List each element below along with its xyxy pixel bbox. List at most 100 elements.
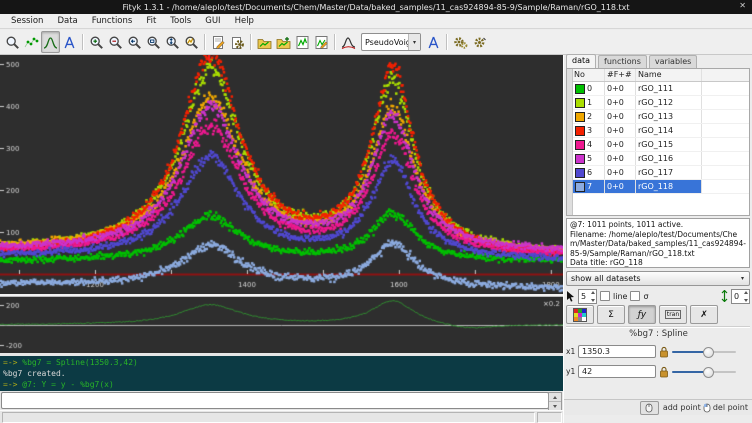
- dataset-color-swatch[interactable]: [575, 140, 585, 150]
- mouse-hint-bar: add point del point: [564, 399, 752, 415]
- sigma-checkbox[interactable]: [630, 291, 640, 301]
- toolbar-separator: [82, 34, 84, 50]
- define-function-button[interactable]: [424, 31, 443, 53]
- add-peak-mode-button[interactable]: [41, 31, 60, 53]
- dataset-color-swatch[interactable]: [575, 154, 585, 164]
- y1-slider-handle[interactable]: [703, 367, 714, 378]
- dataset-color-swatch[interactable]: [575, 168, 585, 178]
- function-type-dropdown[interactable]: PseudoVoigtA ▾: [361, 33, 421, 51]
- x1-input[interactable]: 1350.3: [578, 345, 656, 358]
- menu-data[interactable]: Data: [50, 15, 84, 27]
- fit-undo-button[interactable]: [470, 31, 489, 53]
- fit-run-button[interactable]: [451, 31, 470, 53]
- mouse-mode-button[interactable]: [640, 401, 659, 415]
- menu-gui[interactable]: GUI: [198, 15, 227, 27]
- add-point-hint: add point: [663, 403, 701, 412]
- load-data-button[interactable]: [255, 31, 274, 53]
- dataset-color-swatch[interactable]: [575, 126, 585, 136]
- plot-column: =-> %bg7 = Spline(1350.3,42)%bg7 created…: [0, 55, 563, 423]
- shift-spinner[interactable]: 0: [731, 289, 750, 304]
- tab-variables[interactable]: variables: [649, 55, 697, 68]
- fityk-window: Fityk 1.3.1 - /home/aleplo/test/Document…: [0, 0, 752, 423]
- dataset-color-swatch[interactable]: [575, 112, 585, 122]
- dataset-color-swatch[interactable]: [575, 98, 585, 108]
- spinner-up-icon[interactable]: [549, 393, 561, 402]
- dataset-row-rGO_113[interactable]: 20+0rGO_113: [572, 110, 749, 124]
- data-table-button[interactable]: [293, 31, 312, 53]
- y1-row: y1 42: [566, 363, 752, 380]
- delete-button[interactable]: ✗: [690, 305, 718, 324]
- dataset-row-rGO_118[interactable]: 70+0rGO_118: [572, 180, 749, 194]
- table-scrollbar[interactable]: [567, 69, 573, 215]
- dropdown-arrow-icon: ▾: [736, 275, 749, 282]
- zoom-mode-button[interactable]: [3, 31, 22, 53]
- tab-data[interactable]: data: [566, 54, 596, 68]
- menu-bar: SessionDataFunctionsFitToolsGUIHelp: [0, 14, 752, 29]
- dataset-row-rGO_117[interactable]: 60+0rGO_117: [572, 166, 749, 180]
- x1-label: x1: [566, 347, 575, 356]
- dataset-row-rGO_114[interactable]: 30+0rGO_114: [572, 124, 749, 138]
- history-spinner[interactable]: [548, 392, 562, 411]
- command-input-row: [0, 391, 563, 410]
- y1-input[interactable]: 42: [578, 365, 656, 378]
- x1-slider[interactable]: [672, 345, 736, 358]
- console-output-line: %bg7 created.: [3, 368, 560, 379]
- formula-button[interactable]: ƒy: [628, 305, 656, 324]
- auto-add-peak-button[interactable]: [339, 31, 358, 53]
- point-display-controls: 5 line σ 0: [566, 288, 750, 304]
- dataset-filter-value: show all datasets: [567, 274, 736, 283]
- drag-peak-mode-button[interactable]: [60, 31, 79, 53]
- menu-tools[interactable]: Tools: [163, 15, 198, 27]
- line-checkbox[interactable]: [600, 291, 610, 301]
- col-header-no: No: [572, 69, 605, 81]
- y1-slider[interactable]: [672, 365, 736, 378]
- dataset-rows: 00+0rGO_11110+0rGO_11220+0rGO_11330+0rGO…: [567, 82, 749, 194]
- dataset-row-rGO_111[interactable]: 00+0rGO_111: [572, 82, 749, 96]
- x1-slider-handle[interactable]: [703, 347, 714, 358]
- point-size-spinner[interactable]: 5: [578, 289, 597, 304]
- dataset-row-rGO_112[interactable]: 10+0rGO_112: [572, 96, 749, 110]
- tab-functions[interactable]: functions: [598, 55, 647, 68]
- zoom-vertical-button[interactable]: [163, 31, 182, 53]
- window-close-button[interactable]: ✕: [739, 1, 746, 10]
- sum-button[interactable]: Σ: [597, 305, 625, 324]
- data-range-mode-button[interactable]: [22, 31, 41, 53]
- toolbar-separator: [446, 34, 448, 50]
- lock-icon[interactable]: [659, 366, 669, 378]
- dataset-filter-dropdown[interactable]: show all datasets ▾: [566, 271, 750, 286]
- menu-functions[interactable]: Functions: [85, 15, 140, 27]
- data-editor-button[interactable]: [312, 31, 331, 53]
- dataset-row-rGO_115[interactable]: 40+0rGO_115: [572, 138, 749, 152]
- colors-button[interactable]: [566, 305, 594, 324]
- spinner-down-icon[interactable]: [549, 402, 561, 410]
- transform-button[interactable]: tran: [659, 305, 687, 324]
- function-type-value: PseudoVoigtA: [362, 38, 408, 47]
- menu-fit[interactable]: Fit: [139, 15, 163, 27]
- menu-help[interactable]: Help: [228, 15, 261, 27]
- status-cell-main: [2, 412, 535, 423]
- y1-label: y1: [566, 367, 575, 376]
- auxiliary-plot[interactable]: [0, 297, 563, 353]
- lock-icon[interactable]: [659, 346, 669, 358]
- menu-session[interactable]: Session: [4, 15, 50, 27]
- dataset-row-rGO_116[interactable]: 50+0rGO_116: [572, 152, 749, 166]
- dataset-color-swatch[interactable]: [575, 84, 585, 94]
- zoom-in-button[interactable]: [87, 31, 106, 53]
- append-data-button[interactable]: [274, 31, 293, 53]
- dataset-color-swatch[interactable]: [575, 182, 585, 192]
- dropdown-arrow-icon: ▾: [408, 34, 420, 50]
- cursor-icon: [566, 290, 575, 302]
- zoom-100-button[interactable]: [144, 31, 163, 53]
- command-input[interactable]: [1, 392, 549, 409]
- edit-script-button[interactable]: [209, 31, 228, 53]
- console-command-line: =-> @7: Y = y - %bg7(x): [3, 379, 560, 390]
- window-title: Fityk 1.3.1 - /home/aleplo/test/Document…: [122, 3, 629, 12]
- zoom-previous-button[interactable]: [125, 31, 144, 53]
- zoom-all-button[interactable]: [182, 31, 201, 53]
- main-plot[interactable]: [0, 55, 563, 294]
- toolbar-separator: [250, 34, 252, 50]
- point-size-value: 5: [579, 292, 591, 301]
- info-line: @7: 1011 points, 1011 active.: [570, 220, 746, 230]
- rerun-script-button[interactable]: [228, 31, 247, 53]
- zoom-out-button[interactable]: [106, 31, 125, 53]
